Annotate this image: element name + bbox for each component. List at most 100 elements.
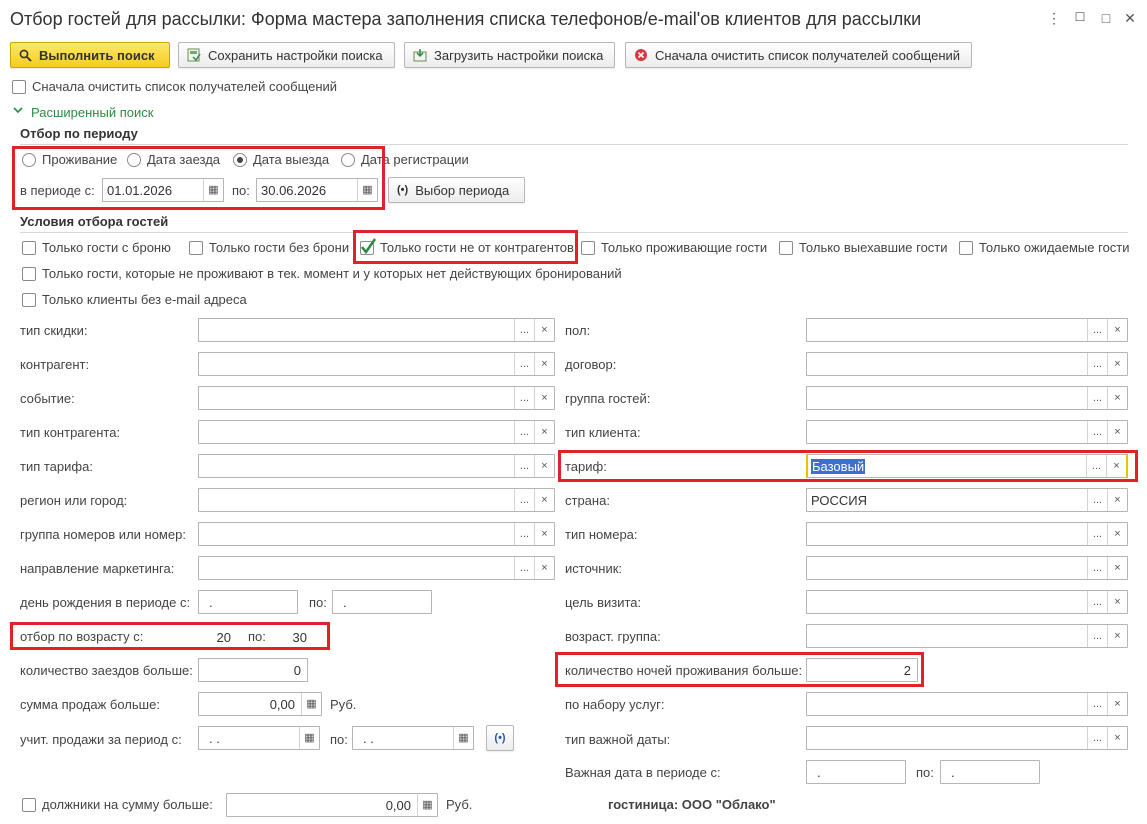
left-field-5[interactable]: ... × — [198, 488, 555, 512]
select-dots-button[interactable]: ... — [1087, 693, 1107, 715]
period-from-field[interactable]: 01.01.2026 ▦ — [102, 178, 224, 202]
right-field-0[interactable]: ... × — [806, 318, 1128, 342]
clear-x-button[interactable]: × — [534, 489, 554, 511]
right-field-5[interactable]: РОССИЯ... × — [806, 488, 1128, 512]
clear-x-button[interactable]: × — [1107, 557, 1127, 579]
select-dots-button[interactable]: ... — [1087, 591, 1107, 613]
save-settings-button[interactable]: Сохранить настройки поиска — [178, 42, 395, 68]
calculator-icon[interactable]: ▦ — [417, 794, 437, 816]
sales-field[interactable]: 0,00 ▦ — [198, 692, 322, 716]
clear-x-button[interactable]: × — [1107, 625, 1127, 647]
left-field-6[interactable]: ... × — [198, 522, 555, 546]
right-field-9[interactable]: ... × — [806, 624, 1128, 648]
radio-checkin-date[interactable] — [127, 153, 141, 167]
clear-x-button[interactable]: × — [534, 319, 554, 341]
right-field-8[interactable]: ... × — [806, 590, 1128, 614]
select-dots-button[interactable]: ... — [514, 319, 534, 341]
important-from-field[interactable]: . — [806, 760, 906, 784]
services-field[interactable]: ... × — [806, 692, 1128, 716]
link-icon[interactable]: ☐ — [1070, 10, 1090, 24]
calculator-icon[interactable]: ▦ — [301, 693, 321, 715]
radio-stay[interactable] — [22, 153, 36, 167]
calendar-icon[interactable]: ▦ — [299, 727, 319, 749]
run-search-button[interactable]: Выполнить поиск — [10, 42, 170, 68]
left-field-7[interactable]: ... × — [198, 556, 555, 580]
important-to-field[interactable]: . — [940, 760, 1040, 784]
left-field-4[interactable]: ... × — [198, 454, 555, 478]
left-field-3[interactable]: ... × — [198, 420, 555, 444]
left-field-2[interactable]: ... × — [198, 386, 555, 410]
select-dots-button[interactable]: ... — [514, 455, 534, 477]
clear-x-button[interactable]: × — [1107, 319, 1127, 341]
nights-field[interactable]: 2 — [806, 658, 918, 682]
check-without-email[interactable] — [22, 293, 36, 307]
check-with-booking[interactable] — [22, 241, 36, 255]
clear-x-button[interactable]: × — [1107, 387, 1127, 409]
clear-x-button[interactable]: × — [534, 557, 554, 579]
clear-x-button[interactable]: × — [1106, 455, 1126, 477]
select-dots-button[interactable]: ... — [514, 523, 534, 545]
right-field-4[interactable]: Базовый... × — [806, 454, 1128, 478]
clear-x-button[interactable]: × — [1107, 353, 1127, 375]
select-dots-button[interactable]: ... — [514, 421, 534, 443]
select-dots-button[interactable]: ... — [514, 557, 534, 579]
select-dots-button[interactable]: ... — [1087, 727, 1107, 749]
check-departed-guests[interactable] — [779, 241, 793, 255]
sales-period-choose-button[interactable]: (•) — [486, 725, 514, 751]
select-dots-button[interactable]: ... — [1087, 387, 1107, 409]
clear-x-button[interactable]: × — [1107, 523, 1127, 545]
right-field-6[interactable]: ... × — [806, 522, 1128, 546]
left-field-1[interactable]: ... × — [198, 352, 555, 376]
period-to-field[interactable]: 30.06.2026 ▦ — [256, 178, 378, 202]
clear-x-button[interactable]: × — [1107, 727, 1127, 749]
load-settings-button[interactable]: Загрузить настройки поиска — [404, 42, 615, 68]
select-dots-button[interactable]: ... — [1087, 625, 1107, 647]
select-dots-button[interactable]: ... — [1087, 557, 1107, 579]
check-living-guests[interactable] — [581, 241, 595, 255]
select-dots-button[interactable]: ... — [514, 489, 534, 511]
calendar-icon[interactable]: ▦ — [453, 727, 473, 749]
debtors-checkbox[interactable] — [22, 798, 36, 812]
clear-x-button[interactable]: × — [534, 455, 554, 477]
check-not-staying[interactable] — [22, 267, 36, 281]
important-type-field[interactable]: ... × — [806, 726, 1128, 750]
select-dots-button[interactable]: ... — [1087, 489, 1107, 511]
select-dots-button[interactable]: ... — [1086, 455, 1106, 477]
check-expected-guests[interactable] — [959, 241, 973, 255]
select-dots-button[interactable]: ... — [1087, 523, 1107, 545]
birthday-from-field[interactable]: . — [198, 590, 298, 614]
clear-recipients-button[interactable]: Сначала очистить список получателей сооб… — [625, 42, 972, 68]
sales-period-to-field[interactable]: . . ▦ — [352, 726, 474, 750]
right-field-7[interactable]: ... × — [806, 556, 1128, 580]
checkins-field[interactable]: 0 — [198, 658, 308, 682]
calendar-icon[interactable]: ▦ — [357, 179, 377, 201]
birthday-to-field[interactable]: . — [332, 590, 432, 614]
more-icon[interactable]: ⋮ — [1044, 10, 1064, 27]
select-dots-button[interactable]: ... — [1087, 353, 1107, 375]
select-dots-button[interactable]: ... — [1087, 319, 1107, 341]
clear-x-button[interactable]: × — [534, 353, 554, 375]
advanced-search-link[interactable]: Расширенный поиск — [31, 105, 153, 120]
age-to-field[interactable]: 30 — [270, 625, 314, 649]
debtors-field[interactable]: 0,00 ▦ — [226, 793, 438, 817]
choose-period-button[interactable]: (•) Выбор периода — [388, 177, 525, 203]
check-without-booking[interactable] — [189, 241, 203, 255]
select-dots-button[interactable]: ... — [1087, 421, 1107, 443]
clear-x-button[interactable]: × — [1107, 693, 1127, 715]
clear-x-button[interactable]: × — [534, 523, 554, 545]
chevron-down-icon[interactable] — [12, 104, 24, 119]
right-field-3[interactable]: ... × — [806, 420, 1128, 444]
clear-first-checkbox[interactable] — [12, 80, 26, 94]
radio-checkout-date[interactable] — [233, 153, 247, 167]
calendar-icon[interactable]: ▦ — [203, 179, 223, 201]
maximize-icon[interactable]: □ — [1096, 10, 1116, 26]
clear-x-button[interactable]: × — [534, 421, 554, 443]
right-field-1[interactable]: ... × — [806, 352, 1128, 376]
select-dots-button[interactable]: ... — [514, 353, 534, 375]
clear-x-button[interactable]: × — [1107, 489, 1127, 511]
close-icon[interactable]: ✕ — [1120, 10, 1140, 27]
left-field-0[interactable]: ... × — [198, 318, 555, 342]
select-dots-button[interactable]: ... — [514, 387, 534, 409]
clear-x-button[interactable]: × — [1107, 591, 1127, 613]
radio-registration-date[interactable] — [341, 153, 355, 167]
